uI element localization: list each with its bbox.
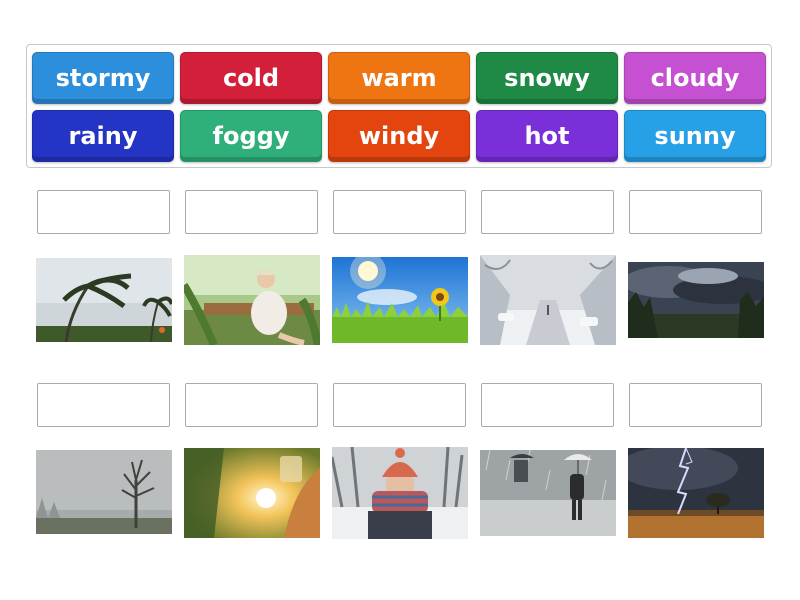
foggy-tree-image: [36, 450, 172, 534]
woman-relaxing-outdoors-image: [184, 255, 320, 345]
word-tile-cold[interactable]: cold: [180, 52, 322, 104]
snowy-street-image: [480, 255, 616, 345]
drop-slot-2[interactable]: [185, 190, 318, 234]
word-tile-stormy[interactable]: stormy: [32, 52, 174, 104]
drop-slot-5[interactable]: [629, 190, 762, 234]
drop-slot-9[interactable]: [481, 383, 614, 427]
word-tile-snowy[interactable]: snowy: [476, 52, 618, 104]
dark-clouds-image: [628, 262, 764, 338]
drop-slot-7[interactable]: [185, 383, 318, 427]
word-tile-rainy[interactable]: rainy: [32, 110, 174, 162]
people-in-rain-image: [480, 450, 616, 536]
drop-slot-8[interactable]: [333, 383, 466, 427]
word-tile-windy[interactable]: windy: [328, 110, 470, 162]
drop-slot-3[interactable]: [333, 190, 466, 234]
word-tile-warm[interactable]: warm: [328, 52, 470, 104]
word-tile-hot[interactable]: hot: [476, 110, 618, 162]
drop-slot-4[interactable]: [481, 190, 614, 234]
drop-slot-10[interactable]: [629, 383, 762, 427]
drop-slot-6[interactable]: [37, 383, 170, 427]
lightning-storm-image: [628, 448, 764, 538]
word-tile-sunny[interactable]: sunny: [624, 110, 766, 162]
sun-glare-image: [184, 448, 320, 538]
drop-slot-1[interactable]: [37, 190, 170, 234]
palm-trees-in-wind-image: [36, 258, 172, 342]
word-tile-foggy[interactable]: foggy: [180, 110, 322, 162]
word-tile-cloudy[interactable]: cloudy: [624, 52, 766, 104]
sunflower-blue-sky-image: [332, 257, 468, 343]
person-in-winter-scarf-image: [332, 447, 468, 539]
